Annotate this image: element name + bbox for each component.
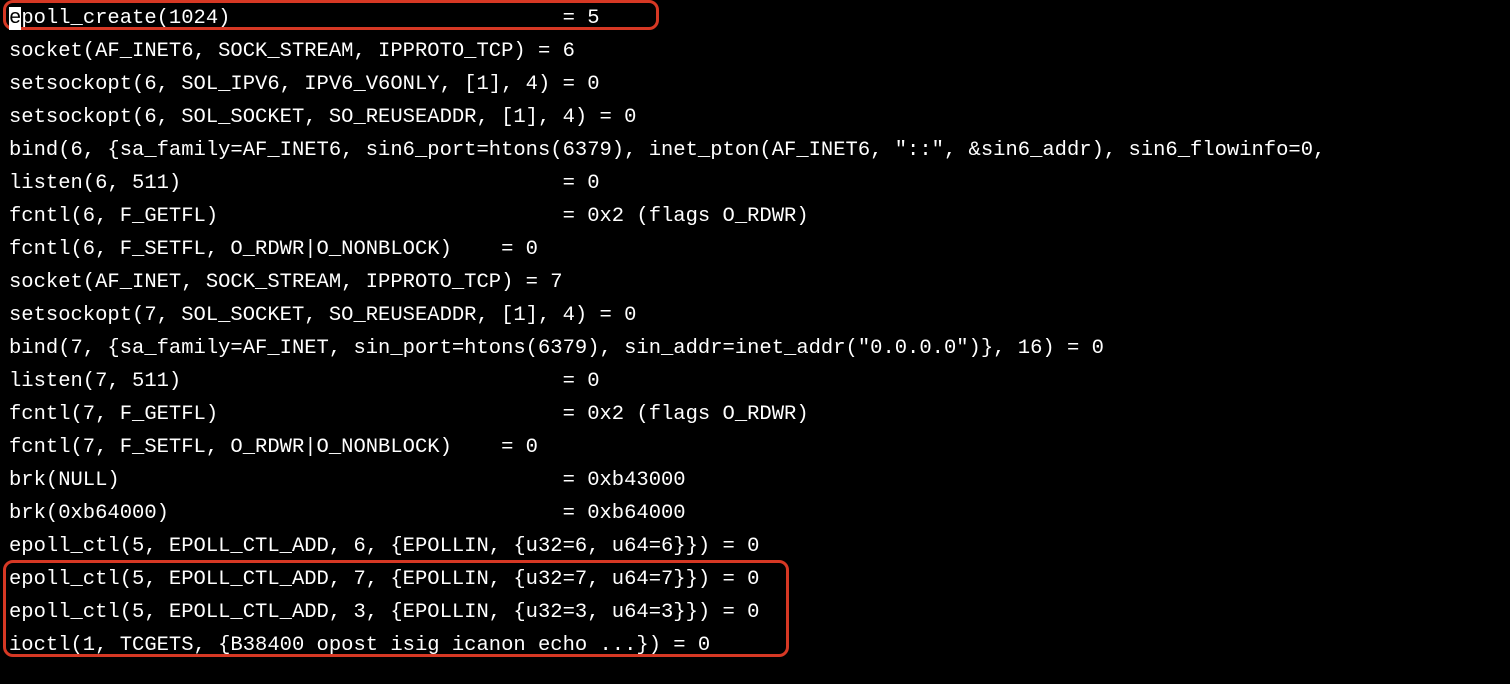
strace-line[interactable]: listen(7, 511) = 0 xyxy=(0,365,1510,398)
strace-text: socket(AF_INET6, SOCK_STREAM, IPPROTO_TC… xyxy=(9,40,575,63)
strace-text: listen(6, 511) = 0 xyxy=(9,172,600,195)
terminal-output[interactable]: epoll_create(1024) = 5 socket(AF_INET6, S… xyxy=(0,0,1510,662)
strace-line[interactable]: epoll_ctl(5, EPOLL_CTL_ADD, 6, {EPOLLIN,… xyxy=(0,530,1510,563)
strace-line[interactable]: fcntl(7, F_GETFL) = 0x2 (flags O_RDWR) xyxy=(0,398,1510,431)
strace-text: setsockopt(6, SOL_IPV6, IPV6_V6ONLY, [1]… xyxy=(9,73,600,96)
strace-text: epoll_ctl(5, EPOLL_CTL_ADD, 7, {EPOLLIN,… xyxy=(9,568,759,591)
strace-text: ioctl(1, TCGETS, {B38400 opost isig ican… xyxy=(9,634,710,657)
strace-line[interactable]: brk(0xb64000) = 0xb64000 xyxy=(0,497,1510,530)
strace-line[interactable]: socket(AF_INET, SOCK_STREAM, IPPROTO_TCP… xyxy=(0,266,1510,299)
strace-line[interactable]: setsockopt(6, SOL_IPV6, IPV6_V6ONLY, [1]… xyxy=(0,68,1510,101)
strace-line[interactable]: epoll_ctl(5, EPOLL_CTL_ADD, 3, {EPOLLIN,… xyxy=(0,596,1510,629)
strace-text: fcntl(6, F_SETFL, O_RDWR|O_NONBLOCK) = 0 xyxy=(9,238,538,261)
strace-line[interactable]: epoll_create(1024) = 5 xyxy=(0,2,1510,35)
strace-text: brk(NULL) = 0xb43000 xyxy=(9,469,686,492)
strace-text: fcntl(6, F_GETFL) = 0x2 (flags O_RDWR) xyxy=(9,205,809,228)
strace-text: fcntl(7, F_SETFL, O_RDWR|O_NONBLOCK) = 0 xyxy=(9,436,538,459)
strace-line[interactable]: fcntl(7, F_SETFL, O_RDWR|O_NONBLOCK) = 0 xyxy=(0,431,1510,464)
strace-line[interactable]: ioctl(1, TCGETS, {B38400 opost isig ican… xyxy=(0,629,1510,662)
strace-text: listen(7, 511) = 0 xyxy=(9,370,600,393)
strace-text: fcntl(7, F_GETFL) = 0x2 (flags O_RDWR) xyxy=(9,403,809,426)
strace-line[interactable]: setsockopt(7, SOL_SOCKET, SO_REUSEADDR, … xyxy=(0,299,1510,332)
strace-text: setsockopt(6, SOL_SOCKET, SO_REUSEADDR, … xyxy=(9,106,636,129)
strace-line[interactable]: socket(AF_INET6, SOCK_STREAM, IPPROTO_TC… xyxy=(0,35,1510,68)
strace-line[interactable]: listen(6, 511) = 0 xyxy=(0,167,1510,200)
strace-line[interactable]: bind(7, {sa_family=AF_INET, sin_port=hto… xyxy=(0,332,1510,365)
strace-text: setsockopt(7, SOL_SOCKET, SO_REUSEADDR, … xyxy=(9,304,636,327)
text-selection: e xyxy=(9,7,21,30)
strace-text: socket(AF_INET, SOCK_STREAM, IPPROTO_TCP… xyxy=(9,271,563,294)
strace-text: epoll_ctl(5, EPOLL_CTL_ADD, 6, {EPOLLIN,… xyxy=(9,535,759,558)
strace-line[interactable]: fcntl(6, F_SETFL, O_RDWR|O_NONBLOCK) = 0 xyxy=(0,233,1510,266)
strace-line[interactable]: bind(6, {sa_family=AF_INET6, sin6_port=h… xyxy=(0,134,1510,167)
strace-text: epoll_ctl(5, EPOLL_CTL_ADD, 3, {EPOLLIN,… xyxy=(9,601,759,624)
strace-line[interactable]: fcntl(6, F_GETFL) = 0x2 (flags O_RDWR) xyxy=(0,200,1510,233)
strace-text: poll_create(1024) = 5 xyxy=(21,7,599,30)
strace-line[interactable]: setsockopt(6, SOL_SOCKET, SO_REUSEADDR, … xyxy=(0,101,1510,134)
strace-line[interactable]: epoll_ctl(5, EPOLL_CTL_ADD, 7, {EPOLLIN,… xyxy=(0,563,1510,596)
strace-text: brk(0xb64000) = 0xb64000 xyxy=(9,502,686,525)
strace-text: bind(7, {sa_family=AF_INET, sin_port=hto… xyxy=(9,337,1104,360)
strace-text: bind(6, {sa_family=AF_INET6, sin6_port=h… xyxy=(9,139,1325,162)
strace-line[interactable]: brk(NULL) = 0xb43000 xyxy=(0,464,1510,497)
